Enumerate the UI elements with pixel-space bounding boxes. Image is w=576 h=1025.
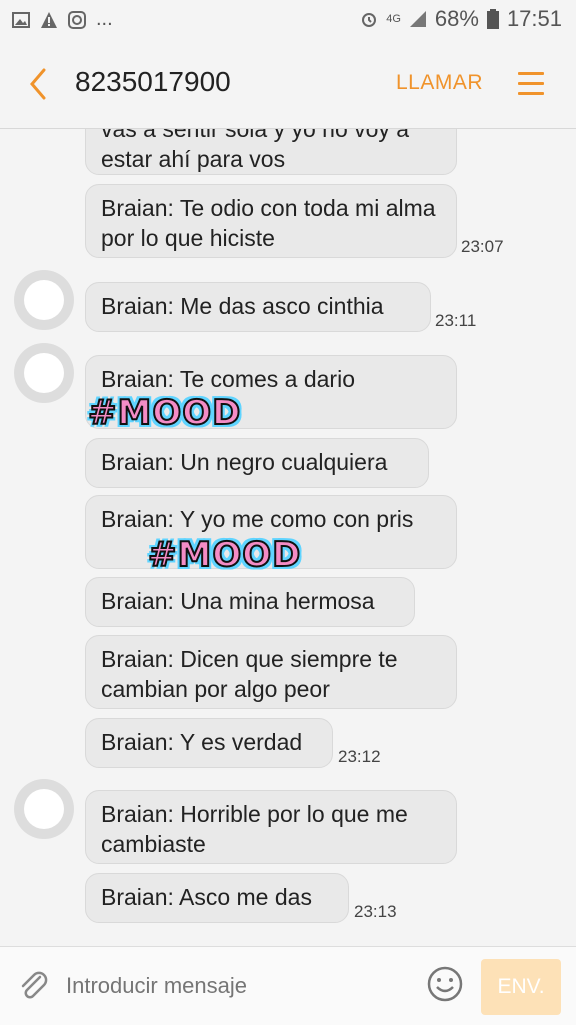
battery-percent: 68% [434, 6, 479, 31]
message-bubble[interactable]: Braian: Horrible por lo que me cambiaste [85, 790, 457, 864]
call-button[interactable]: LLAMAR [396, 71, 483, 95]
contact-number: 8235017900 [75, 66, 231, 97]
message-bubble[interactable]: Braian: Te odio con toda mi alma por lo … [85, 184, 457, 258]
mood-sticker: #MOOD [87, 392, 242, 434]
signal-icon [409, 11, 426, 27]
attach-icon[interactable] [18, 969, 50, 1005]
message-thread[interactable]: vas a sentir sola y yo no voy a estar ah… [0, 129, 576, 945]
message-time: 23:13 [354, 902, 397, 921]
message-bubble[interactable]: Braian: Me das asco cinthia [85, 282, 431, 332]
message-bubble[interactable]: Braian: Un negro cualquiera [85, 438, 429, 488]
menu-icon[interactable] [518, 72, 544, 96]
message-composer: ENV. [0, 946, 576, 1025]
clock: 17:51 [506, 6, 562, 31]
message-input[interactable] [64, 969, 408, 1003]
notification-icons: ... [12, 8, 113, 31]
mood-sticker: #MOOD [147, 534, 302, 576]
message-bubble[interactable]: Braian: Dicen que siempre te cambian por… [85, 635, 457, 709]
send-button[interactable]: ENV. [481, 959, 561, 1015]
message-time: 23:07 [461, 237, 504, 256]
message-bubble[interactable]: vas a sentir sola y yo no voy a estar ah… [85, 129, 457, 175]
image-icon [12, 11, 30, 28]
system-icons: 4G 68% 17:51 [360, 6, 562, 32]
message-bubble[interactable]: Braian: Y es verdad [85, 718, 333, 768]
more-notifications: ... [96, 8, 113, 30]
conversation-header: 8235017900 LLAMAR [0, 40, 576, 129]
emoji-icon[interactable] [426, 965, 464, 1003]
network-type: 4G [386, 13, 401, 25]
message-time: 23:12 [338, 747, 381, 766]
message-bubble[interactable]: Braian: Una mina hermosa [85, 577, 415, 627]
instagram-icon [68, 10, 86, 29]
avatar[interactable] [14, 779, 74, 839]
message-time: 23:11 [435, 311, 477, 330]
status-bar: ... 4G 68% 17:51 [0, 0, 576, 40]
alarm-icon [362, 13, 377, 27]
battery-icon [486, 9, 499, 29]
avatar[interactable] [14, 343, 74, 403]
avatar[interactable] [14, 270, 74, 330]
message-bubble[interactable]: Braian: Asco me das [85, 873, 349, 923]
warning-icon [41, 11, 57, 28]
back-arrow-icon[interactable] [24, 66, 54, 102]
